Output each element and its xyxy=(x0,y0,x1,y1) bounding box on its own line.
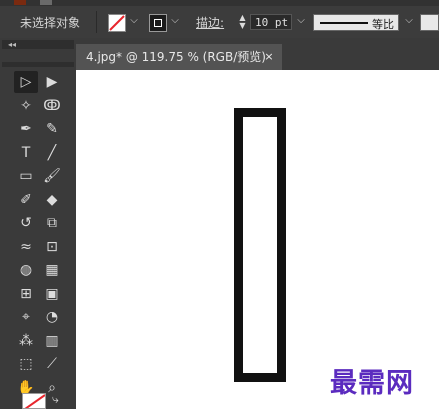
app-logo xyxy=(14,0,26,5)
perspective-grid-tool-icon[interactable]: ▦ xyxy=(40,259,64,281)
selection-tool-icon[interactable]: ▷ xyxy=(14,71,38,93)
control-bar: 未选择对象 ⌵ ⌵ 描边: ▲ ▼ 10 pt ⌵ 等比 ⌵ xyxy=(0,6,439,39)
magic-wand-tool-icon[interactable]: ✧ xyxy=(14,95,38,117)
pen-tool-icon[interactable]: ✒ xyxy=(14,118,38,140)
fill-dropdown-chevron-icon[interactable]: ⌵ xyxy=(127,15,141,31)
weight-stepper-icon[interactable]: ▲ ▼ xyxy=(237,14,248,31)
profile-dropdown-chevron-icon[interactable]: ⌵ xyxy=(402,15,416,31)
shape-builder-tool-icon[interactable]: ◍ xyxy=(14,259,38,281)
column-graph-tool-icon[interactable]: ▥ xyxy=(40,330,64,352)
eraser-tool-icon[interactable]: ◆ xyxy=(40,189,64,211)
slice-tool-icon[interactable]: ⟋ xyxy=(40,353,64,375)
variable-width-profile[interactable]: 等比 xyxy=(313,14,399,31)
symbol-sprayer-tool-icon[interactable]: ⁂ xyxy=(14,330,38,352)
line-segment-tool-icon[interactable]: ╱ xyxy=(40,142,64,164)
document-tab[interactable]: 4.jpg* @ 119.75 % (RGB/预览) xyxy=(76,44,282,70)
panel-grip[interactable] xyxy=(2,62,74,67)
profile-label: 等比 xyxy=(372,18,394,31)
profile-line-icon xyxy=(320,22,368,24)
paintbrush-tool-icon[interactable]: 🖌 xyxy=(40,165,64,187)
swap-fill-stroke-icon[interactable]: ⤷ xyxy=(52,392,59,407)
fill-stroke-indicator[interactable] xyxy=(22,393,46,409)
fill-swatch[interactable] xyxy=(108,14,126,32)
close-tab-icon[interactable]: × xyxy=(262,44,276,70)
brush-definition-box[interactable] xyxy=(420,14,439,31)
none-fill-icon xyxy=(24,394,45,408)
curvature-tool-icon[interactable]: ✎ xyxy=(40,118,64,140)
rectangle-tool-icon[interactable]: ▭ xyxy=(14,165,38,187)
free-transform-tool-icon[interactable]: ⊡ xyxy=(40,236,64,258)
stroke-label[interactable]: 描边: xyxy=(196,14,224,31)
selection-status: 未选择对象 xyxy=(20,16,81,30)
blend-tool-icon[interactable]: ◔ xyxy=(40,306,64,328)
panel-collapse-icon[interactable]: ◂◂ xyxy=(2,40,74,49)
eyedropper-tool-icon[interactable]: ⌖ xyxy=(14,306,38,328)
artboard-canvas[interactable]: 最需网 xyxy=(76,70,439,409)
gradient-tool-icon[interactable]: ▣ xyxy=(40,283,64,305)
type-tool-icon[interactable]: T xyxy=(14,142,38,164)
divider xyxy=(96,11,97,33)
watermark-text: 最需网 xyxy=(330,368,414,399)
none-color-icon xyxy=(109,15,125,31)
stroke-label-colon: : xyxy=(220,16,225,30)
mesh-tool-icon[interactable]: ⊞ xyxy=(14,283,38,305)
rotate-tool-icon[interactable]: ↺ xyxy=(14,212,38,234)
lasso-tool-icon[interactable]: ↂ xyxy=(40,95,64,117)
stroke-weight-input[interactable]: 10 pt xyxy=(250,14,292,30)
rectangle-shape[interactable] xyxy=(234,108,286,382)
workspace-icon[interactable] xyxy=(40,0,52,5)
direct-selection-tool-icon[interactable]: ▶ xyxy=(40,71,64,93)
shaper-tool-icon[interactable]: ✐ xyxy=(14,189,38,211)
stroke-swatch[interactable] xyxy=(149,14,167,32)
scale-tool-icon[interactable]: ⧉ xyxy=(40,212,64,234)
warp-tool-icon[interactable]: ≈ xyxy=(14,236,38,258)
weight-dropdown-chevron-icon[interactable]: ⌵ xyxy=(294,15,308,31)
artboard-tool-icon[interactable]: ⬚ xyxy=(14,353,38,375)
tools-panel: ◂◂ xyxy=(0,38,76,409)
stroke-dropdown-chevron-icon[interactable]: ⌵ xyxy=(168,15,182,31)
